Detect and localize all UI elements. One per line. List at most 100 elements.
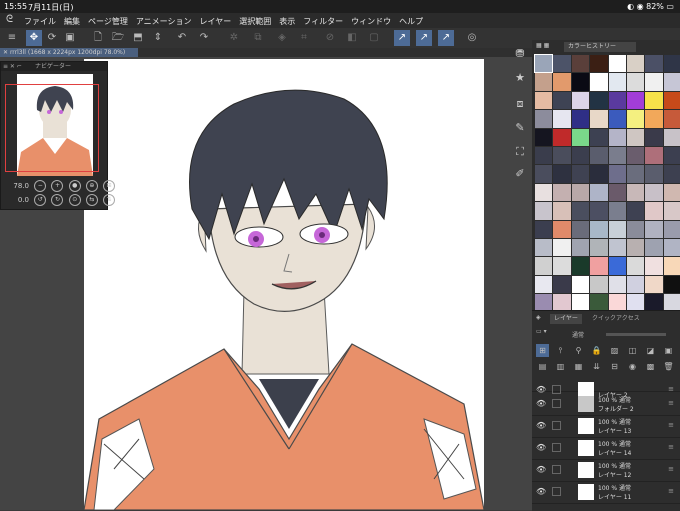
hamburger-menu-icon[interactable]: ≡ xyxy=(4,30,20,46)
color-swatch[interactable] xyxy=(533,53,554,74)
color-swatch[interactable] xyxy=(626,146,645,165)
menu-item[interactable]: 編集 xyxy=(64,16,80,27)
layer-row[interactable]: 👁 100 % 通常 レイヤー 13 ≡ xyxy=(532,415,680,438)
color-swatch[interactable] xyxy=(590,183,608,202)
panel-menu-icon[interactable]: ▦ ▦ xyxy=(536,42,549,49)
color-swatch[interactable] xyxy=(553,73,571,91)
flip-vertical-icon[interactable]: ⇅ xyxy=(103,194,116,206)
color-swatch[interactable] xyxy=(590,146,608,165)
delete-layer-icon[interactable]: 🗑 xyxy=(662,360,675,373)
layer-menu-icon[interactable]: ≡ xyxy=(668,399,674,407)
color-swatch[interactable] xyxy=(663,55,680,73)
mask-icon[interactable]: ◫ xyxy=(626,344,639,357)
layer-color-icon[interactable]: ▭ ▾ xyxy=(536,328,547,335)
color-swatch[interactable] xyxy=(645,183,663,202)
color-swatch[interactable] xyxy=(553,220,571,238)
color-swatch[interactable] xyxy=(645,220,663,238)
layer-row[interactable]: 👁 レイヤー 2 ≡ xyxy=(532,379,680,399)
color-swatch[interactable] xyxy=(571,238,590,257)
color-swatch[interactable] xyxy=(663,275,680,294)
canvas-paper[interactable] xyxy=(84,59,484,510)
color-swatch[interactable] xyxy=(590,220,608,238)
color-swatch[interactable] xyxy=(535,146,553,165)
color-swatch[interactable] xyxy=(626,91,645,110)
rotate-right-icon[interactable]: ↻ xyxy=(51,194,64,206)
color-swatch[interactable] xyxy=(608,183,626,202)
fit-window-icon[interactable]: ⊕ xyxy=(85,180,98,192)
color-swatch[interactable] xyxy=(608,91,626,110)
color-swatch[interactable] xyxy=(571,165,590,183)
color-swatch[interactable] xyxy=(645,257,663,275)
color-swatch[interactable] xyxy=(645,55,663,73)
menu-item[interactable]: アニメーション xyxy=(136,16,192,27)
visibility-eye-icon[interactable]: 👁 xyxy=(536,465,546,474)
sub-tool-icon[interactable]: ✎ xyxy=(512,120,528,136)
color-swatch[interactable] xyxy=(608,110,626,128)
tab-layer[interactable]: レイヤー xyxy=(550,314,582,324)
color-swatch[interactable] xyxy=(571,275,590,294)
color-swatch[interactable] xyxy=(626,165,645,183)
color-swatch[interactable] xyxy=(663,73,680,91)
color-swatch[interactable] xyxy=(535,238,553,257)
lock-icon[interactable]: 🔒 xyxy=(590,344,603,357)
layer-menu-icon[interactable]: ≡ xyxy=(668,385,674,393)
color-swatch[interactable] xyxy=(608,128,626,146)
color-swatch[interactable] xyxy=(608,73,626,91)
color-swatch[interactable] xyxy=(663,220,680,238)
menu-item[interactable]: ヘルプ xyxy=(399,16,423,27)
full-size-icon[interactable]: ⊞ xyxy=(103,180,116,192)
color-swatch[interactable] xyxy=(626,73,645,91)
color-swatch[interactable] xyxy=(608,220,626,238)
fill-tool-icon[interactable]: ⛶ xyxy=(512,144,528,160)
color-swatch[interactable] xyxy=(535,202,553,220)
color-swatch[interactable] xyxy=(535,91,553,110)
visibility-eye-icon[interactable]: 👁 xyxy=(536,487,546,496)
transform-icon[interactable]: ⧉ xyxy=(250,30,266,46)
color-swatch[interactable] xyxy=(608,294,626,312)
color-swatch[interactable] xyxy=(645,73,663,91)
color-swatch[interactable] xyxy=(553,238,571,257)
save-icon[interactable]: ⬒ xyxy=(130,30,146,46)
color-swatch[interactable] xyxy=(590,294,608,312)
color-swatch[interactable] xyxy=(553,146,571,165)
layer-property-icon[interactable]: ⧈ xyxy=(512,96,528,112)
color-swatch[interactable] xyxy=(645,165,663,183)
color-swatch[interactable] xyxy=(626,220,645,238)
rotate-left-icon[interactable]: ↺ xyxy=(34,194,47,206)
invert-selection-icon[interactable]: ◧ xyxy=(344,30,360,46)
color-swatch[interactable] xyxy=(590,55,608,73)
color-swatch[interactable] xyxy=(553,183,571,202)
color-swatch[interactable] xyxy=(645,238,663,257)
stepper-icon[interactable]: ⇕ xyxy=(150,30,166,46)
color-swatch[interactable] xyxy=(553,257,571,275)
flip-horizontal-icon[interactable]: ⇆ xyxy=(85,194,98,206)
navigator-view-frame[interactable] xyxy=(5,84,99,172)
color-swatch[interactable] xyxy=(590,91,608,110)
redo-icon[interactable]: ↷ xyxy=(196,30,212,46)
menu-item[interactable]: ページ管理 xyxy=(88,16,128,27)
layer-palette-icon[interactable]: ▣ xyxy=(662,344,675,357)
color-swatch[interactable] xyxy=(645,110,663,128)
menu-item[interactable]: ファイル xyxy=(24,16,56,27)
color-swatch[interactable] xyxy=(626,183,645,202)
fit-screen-icon[interactable]: ● xyxy=(68,180,81,192)
open-file-icon[interactable]: 🗁 xyxy=(110,30,126,46)
color-swatch[interactable] xyxy=(645,146,663,165)
lock-transparent-icon[interactable]: ▨ xyxy=(608,344,621,357)
color-swatch[interactable] xyxy=(663,146,680,165)
color-swatch[interactable] xyxy=(663,165,680,183)
color-swatch[interactable] xyxy=(590,202,608,220)
color-swatch[interactable] xyxy=(535,275,553,294)
color-swatch[interactable] xyxy=(663,128,680,146)
clip-icon[interactable]: ⫯ xyxy=(554,344,567,357)
layer-checkbox[interactable] xyxy=(552,421,561,430)
color-swatch[interactable] xyxy=(663,202,680,220)
color-swatch[interactable] xyxy=(571,257,590,275)
color-swatch[interactable] xyxy=(535,73,553,91)
color-swatch[interactable] xyxy=(553,202,571,220)
color-swatch[interactable] xyxy=(608,165,626,183)
apply-mask-icon[interactable]: ▩ xyxy=(644,360,657,373)
color-swatch[interactable] xyxy=(535,165,553,183)
snap-ruler-icon[interactable]: ↗ xyxy=(394,30,410,46)
color-swatch[interactable] xyxy=(626,128,645,146)
